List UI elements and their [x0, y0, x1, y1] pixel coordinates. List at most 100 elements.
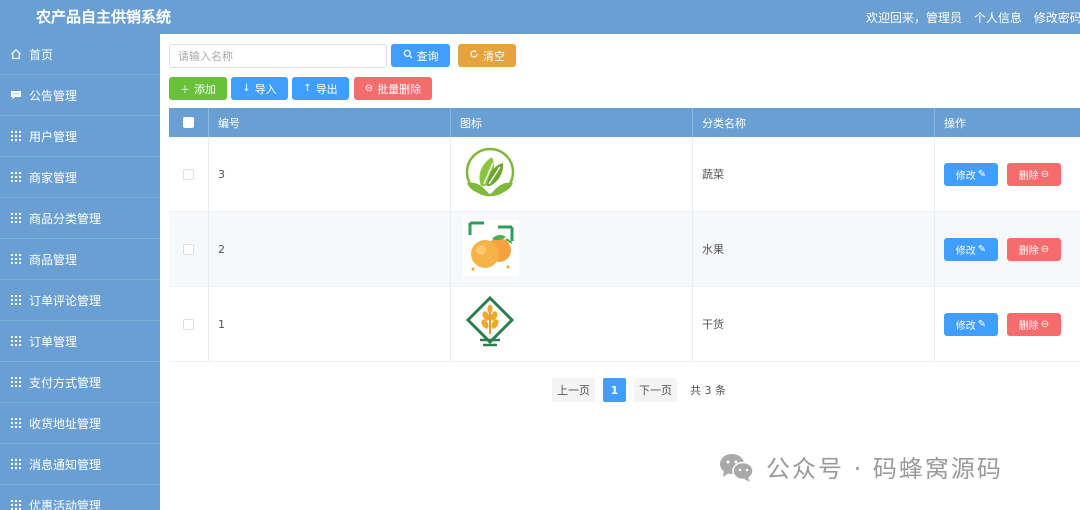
grid-icon	[10, 376, 22, 388]
sidebar-item-label: 订单评论管理	[29, 293, 102, 308]
page-number-current[interactable]: 1	[603, 378, 626, 402]
pagination: 上一页 1 下一页 共 3 条	[552, 378, 739, 402]
edit-button[interactable]: 修改 ✎	[944, 237, 998, 261]
batch-delete-button[interactable]: ⊖ 批量删除	[354, 77, 432, 100]
clear-button-label: 清空	[483, 49, 505, 63]
delete-button[interactable]: 删除 ⊖	[1007, 312, 1061, 336]
query-button[interactable]: 查询	[391, 44, 450, 67]
refresh-icon	[469, 49, 479, 62]
next-page-button[interactable]: 下一页	[634, 378, 677, 402]
column-header-icon: 图标	[451, 108, 693, 137]
row-id: 3	[209, 137, 451, 211]
delete-button[interactable]: 删除 ⊖	[1007, 237, 1061, 261]
watermark: 公众号 · 码蜂窝源码	[718, 449, 1003, 484]
arrow-up-icon: ↑	[303, 83, 312, 94]
change-password-link[interactable]: 修改密码	[1034, 11, 1080, 25]
watermark-text: 公众号 · 码蜂窝源码	[766, 455, 1003, 483]
header-links: 欢迎回来，管理员 个人信息 修改密码 注销	[866, 9, 1080, 26]
sidebar-item-label: 消息通知管理	[29, 457, 102, 472]
delete-label: 删除	[1018, 320, 1039, 332]
table-header: 编号 图标 分类名称 操作	[169, 108, 1080, 137]
category-table: 编号 图标 分类名称 操作 3 蔬菜 修改 ✎ 删除 ⊖ 2 水果 修改 ✎ 删…	[169, 108, 1080, 362]
import-button[interactable]: ↓ 导入	[231, 77, 288, 100]
row-checkbox[interactable]	[183, 243, 194, 255]
sidebar-item-users[interactable]: 用户管理	[0, 116, 160, 157]
table-row: 3 蔬菜 修改 ✎ 删除 ⊖	[169, 137, 1080, 212]
sidebar-item-promotions[interactable]: 优惠活动管理	[0, 485, 160, 510]
grid-icon	[10, 171, 22, 183]
profile-link[interactable]: 个人信息	[974, 11, 1022, 25]
sidebar-item-announcement[interactable]: 公告管理	[0, 75, 160, 116]
sidebar-item-notifications[interactable]: 消息通知管理	[0, 444, 160, 485]
column-header-name: 分类名称	[693, 108, 935, 137]
batch-delete-button-label: 批量删除	[377, 82, 422, 96]
row-actions: 修改 ✎ 删除 ⊖	[935, 137, 1080, 211]
sidebar-item-label: 商品分类管理	[29, 211, 102, 226]
sidebar-item-orders[interactable]: 订单管理	[0, 321, 160, 362]
table-row: 2 水果 修改 ✎ 删除 ⊖	[169, 212, 1080, 287]
grid-icon	[10, 458, 22, 470]
minus-circle-icon: ⊖	[1040, 168, 1050, 180]
grid-icon	[10, 130, 22, 142]
search-icon	[403, 49, 413, 62]
delete-button[interactable]: 删除 ⊖	[1007, 162, 1061, 186]
home-icon	[10, 48, 22, 60]
edit-icon: ✎	[977, 243, 987, 255]
edit-label: 修改	[955, 320, 976, 332]
sidebar-item-label: 优惠活动管理	[29, 498, 102, 510]
total-count: 共 3 条	[690, 384, 726, 397]
sidebar-item-label: 商品管理	[29, 252, 78, 267]
sidebar-item-label: 首页	[29, 47, 54, 62]
row-icon-cell	[451, 212, 693, 286]
sidebar-item-merchants[interactable]: 商家管理	[0, 157, 160, 198]
sidebar-item-label: 用户管理	[29, 129, 78, 144]
select-all-checkbox[interactable]	[183, 117, 194, 128]
delete-label: 删除	[1018, 170, 1039, 182]
grid-icon	[10, 253, 22, 265]
column-header-id: 编号	[209, 108, 451, 137]
row-checkbox[interactable]	[183, 168, 194, 180]
sidebar-item-label: 支付方式管理	[29, 375, 102, 390]
edit-button[interactable]: 修改 ✎	[944, 312, 998, 336]
minus-circle-icon: ⊖	[1040, 243, 1050, 255]
export-button[interactable]: ↑ 导出	[292, 77, 349, 100]
sidebar-item-payment-methods[interactable]: 支付方式管理	[0, 362, 160, 403]
sidebar-item-addresses[interactable]: 收货地址管理	[0, 403, 160, 444]
vegetable-icon	[462, 145, 518, 204]
delete-label: 删除	[1018, 245, 1039, 257]
row-id: 1	[209, 287, 451, 361]
search-input[interactable]	[169, 44, 387, 68]
row-icon-cell	[451, 137, 693, 211]
app-title: 农产品自主供销系统	[36, 8, 172, 26]
minus-circle-icon: ⊖	[1040, 318, 1050, 330]
row-category-name: 蔬菜	[693, 137, 935, 211]
chat-icon	[10, 89, 22, 101]
plus-icon: ＋	[180, 85, 190, 96]
grid-icon	[10, 499, 22, 510]
sidebar-item-label: 订单管理	[29, 334, 78, 349]
main-content: 查询 清空 ＋ 添加 ↓ 导入 ↑ 导出 ⊖ 批量删除 编号 图标 分类名称 操…	[160, 34, 1080, 510]
edit-button[interactable]: 修改 ✎	[944, 162, 998, 186]
clear-button[interactable]: 清空	[458, 44, 516, 67]
sidebar-item-products[interactable]: 商品管理	[0, 239, 160, 280]
sidebar-item-product-categories[interactable]: 商品分类管理	[0, 198, 160, 239]
sidebar-item-label: 商家管理	[29, 170, 78, 185]
row-actions: 修改 ✎ 删除 ⊖	[935, 212, 1080, 286]
row-icon-cell	[451, 287, 693, 361]
query-button-label: 查询	[416, 49, 439, 63]
row-id: 2	[209, 212, 451, 286]
edit-icon: ✎	[977, 318, 987, 330]
table-row: 1 干货 修改 ✎ 删除 ⊖	[169, 287, 1080, 362]
add-button-label: 添加	[194, 82, 216, 96]
add-button[interactable]: ＋ 添加	[169, 77, 227, 100]
row-checkbox[interactable]	[183, 318, 194, 330]
header-checkbox-cell	[169, 108, 209, 137]
prev-page-button[interactable]: 上一页	[552, 378, 595, 402]
row-category-name: 干货	[693, 287, 935, 361]
row-actions: 修改 ✎ 删除 ⊖	[935, 287, 1080, 361]
wechat-icon	[718, 451, 756, 483]
grain-icon	[462, 294, 518, 355]
sidebar-item-order-reviews[interactable]: 订单评论管理	[0, 280, 160, 321]
edit-icon: ✎	[977, 168, 987, 180]
sidebar-item-home[interactable]: 首页	[0, 34, 160, 75]
